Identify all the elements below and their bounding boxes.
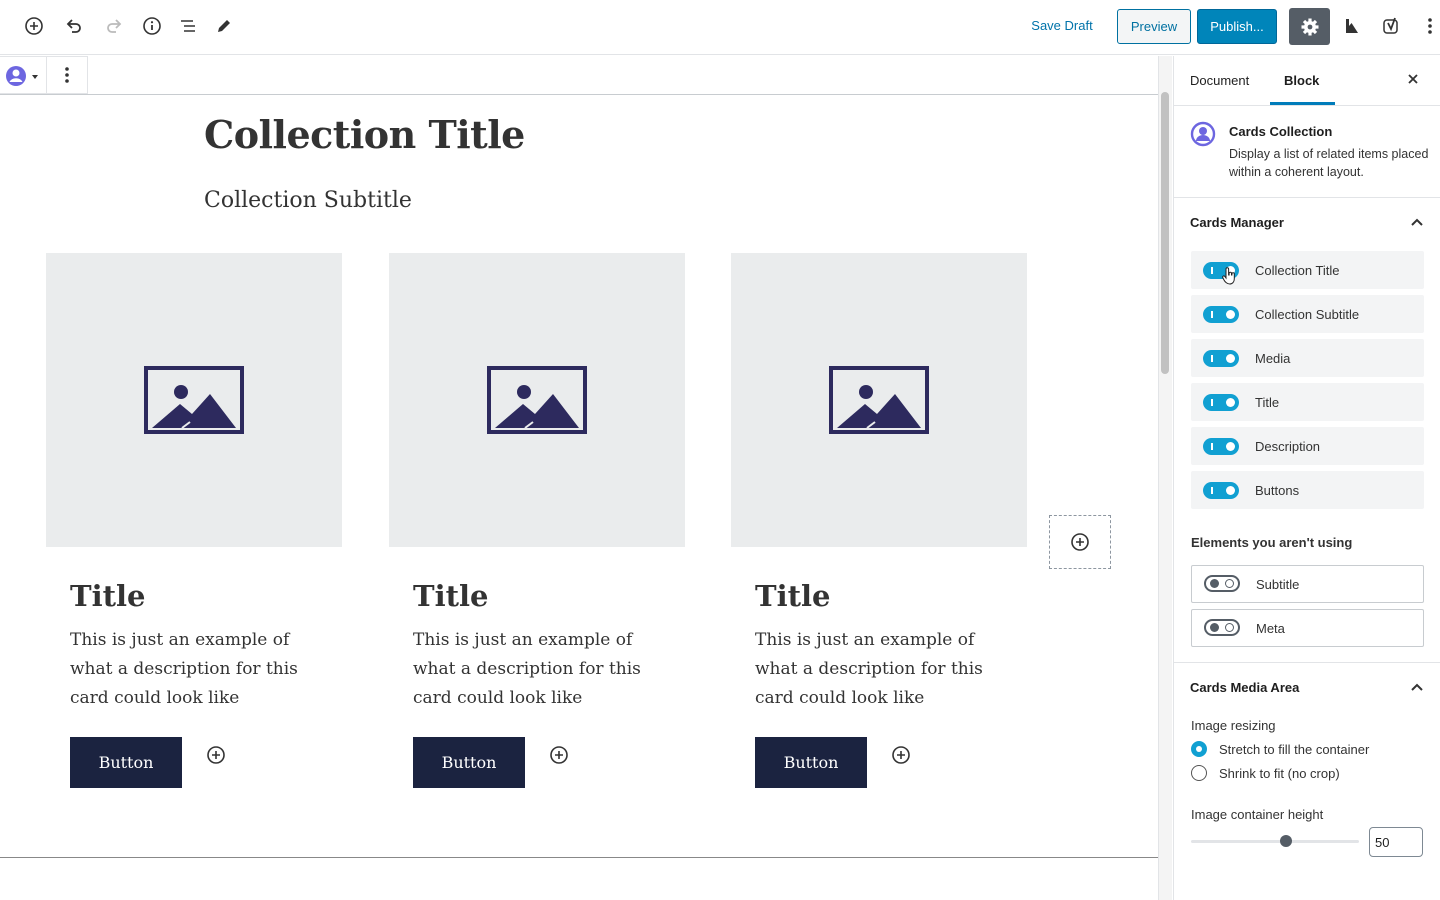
- settings-button[interactable]: [1289, 8, 1330, 45]
- image-placeholder-icon: [487, 366, 587, 434]
- editor-top-toolbar: Save Draft Preview Publish...: [0, 0, 1440, 55]
- sidebar-tabs: Document Block: [1174, 56, 1440, 106]
- card-description[interactable]: This is just an example of what a descri…: [70, 626, 310, 713]
- card-description[interactable]: This is just an example of what a descri…: [755, 626, 995, 713]
- radio-shrink-label[interactable]: Shrink to fit (no crop): [1219, 766, 1340, 781]
- toggle-label: Collection Title: [1255, 263, 1340, 278]
- radio-stretch[interactable]: [1191, 741, 1207, 757]
- card-title[interactable]: Title: [70, 579, 145, 613]
- tab-document[interactable]: Document: [1190, 73, 1249, 88]
- toggle-on[interactable]: [1203, 438, 1239, 455]
- block-name: Cards Collection: [1229, 124, 1333, 139]
- card[interactable]: Title This is just an example of what a …: [389, 253, 685, 788]
- add-button-icon[interactable]: [891, 745, 911, 765]
- card-media-placeholder[interactable]: [389, 253, 685, 547]
- add-card-icon: [1071, 533, 1089, 551]
- editor-scrollbar-thumb[interactable]: [1161, 92, 1169, 374]
- toggle-row-title[interactable]: Title: [1191, 383, 1424, 421]
- block-toolbar: [0, 56, 88, 94]
- toggle-on[interactable]: [1203, 306, 1239, 323]
- chevron-up-icon[interactable]: [1410, 215, 1424, 229]
- toggle-label: Media: [1255, 351, 1291, 366]
- toggle-label: Buttons: [1255, 483, 1300, 498]
- toggle-label: Meta: [1256, 621, 1285, 636]
- image-height-label: Image container height: [1191, 807, 1324, 822]
- toggle-label: Subtitle: [1256, 577, 1300, 592]
- image-placeholder-icon: [829, 366, 929, 434]
- toggle-off[interactable]: [1204, 619, 1240, 636]
- card-media-placeholder[interactable]: [731, 253, 1027, 547]
- toggle-row-collection-subtitle[interactable]: Collection Subtitle: [1191, 295, 1424, 333]
- toggle-row-subtitle[interactable]: Subtitle: [1191, 565, 1424, 603]
- toggle-off[interactable]: [1204, 575, 1240, 592]
- undo-icon[interactable]: [62, 14, 86, 38]
- block-card: Cards Collection Display a list of relat…: [1174, 106, 1440, 198]
- toggle-on[interactable]: [1203, 482, 1239, 499]
- card[interactable]: Title This is just an example of what a …: [46, 253, 342, 788]
- edit-pencil-icon[interactable]: [212, 14, 236, 38]
- panel-divider: [1174, 662, 1440, 663]
- publish-button[interactable]: Publish...: [1197, 9, 1277, 44]
- add-card-button[interactable]: [1049, 515, 1111, 569]
- collection-subtitle[interactable]: Collection Subtitle: [204, 188, 412, 213]
- toggle-row-buttons[interactable]: Buttons: [1191, 471, 1424, 509]
- gear-icon: [1301, 18, 1318, 35]
- add-button-icon[interactable]: [549, 745, 569, 765]
- card-description[interactable]: This is just an example of what a descri…: [413, 626, 653, 713]
- image-placeholder-icon: [144, 366, 244, 434]
- add-button-icon[interactable]: [206, 745, 226, 765]
- card[interactable]: Title This is just an example of what a …: [731, 253, 1027, 788]
- toggle-label: Title: [1255, 395, 1280, 410]
- more-options-icon[interactable]: [1418, 14, 1440, 38]
- outline-icon[interactable]: [176, 14, 200, 38]
- radio-stretch-label[interactable]: Stretch to fill the container: [1219, 742, 1369, 757]
- close-sidebar-button[interactable]: [1406, 72, 1420, 91]
- cards-manager-heading[interactable]: Cards Manager: [1190, 215, 1284, 230]
- plugin-k-icon[interactable]: [1340, 14, 1364, 38]
- chevron-up-icon[interactable]: [1410, 680, 1424, 694]
- info-icon[interactable]: [140, 14, 164, 38]
- card-media-placeholder[interactable]: [46, 253, 342, 547]
- hand-cursor-icon: [1222, 267, 1235, 285]
- toggle-row-description[interactable]: Description: [1191, 427, 1424, 465]
- toggle-label: Description: [1255, 439, 1321, 454]
- toggle-label: Collection Subtitle: [1255, 307, 1360, 322]
- active-tab-indicator: [1270, 102, 1335, 105]
- redo-icon[interactable]: [102, 14, 126, 38]
- height-slider-thumb[interactable]: [1280, 835, 1292, 847]
- add-block-icon[interactable]: [22, 14, 46, 38]
- block-more-options[interactable]: [57, 65, 77, 90]
- block-outline-top: [0, 94, 1158, 95]
- radio-shrink[interactable]: [1191, 765, 1207, 781]
- card-button[interactable]: Button: [755, 737, 867, 788]
- collection-title[interactable]: Collection Title: [204, 112, 525, 157]
- cards-media-area-heading[interactable]: Cards Media Area: [1190, 680, 1299, 695]
- settings-sidebar: Document Block Cards Collection Display …: [1173, 56, 1440, 900]
- image-resizing-label: Image resizing: [1191, 718, 1276, 733]
- toggle-row-meta[interactable]: Meta: [1191, 609, 1424, 647]
- save-draft-button[interactable]: Save Draft: [1022, 18, 1102, 33]
- close-icon: [1408, 74, 1418, 84]
- height-number-input[interactable]: 50: [1369, 827, 1423, 857]
- toggle-row-media[interactable]: Media: [1191, 339, 1424, 377]
- card-title[interactable]: Title: [413, 579, 488, 613]
- cards-collection-block-icon: [6, 66, 38, 86]
- yoast-seo-icon[interactable]: [1380, 14, 1404, 38]
- unused-elements-heading: Elements you aren't using: [1191, 535, 1353, 550]
- toggle-row-collection-title[interactable]: Collection Title: [1191, 251, 1424, 289]
- card-title[interactable]: Title: [755, 579, 830, 613]
- toggle-on[interactable]: [1203, 350, 1239, 367]
- preview-button[interactable]: Preview: [1117, 9, 1191, 44]
- height-slider-track[interactable]: [1191, 840, 1359, 843]
- block-type-switcher[interactable]: [4, 64, 42, 93]
- card-button[interactable]: Button: [70, 737, 182, 788]
- block-outline-bottom: [0, 857, 1158, 858]
- tab-block[interactable]: Block: [1284, 73, 1319, 88]
- toggle-on[interactable]: [1203, 394, 1239, 411]
- vertical-ellipsis-icon: [65, 67, 69, 83]
- block-description: Display a list of related items placed w…: [1229, 147, 1429, 179]
- cards-collection-icon: [1190, 121, 1216, 147]
- card-button[interactable]: Button: [413, 737, 525, 788]
